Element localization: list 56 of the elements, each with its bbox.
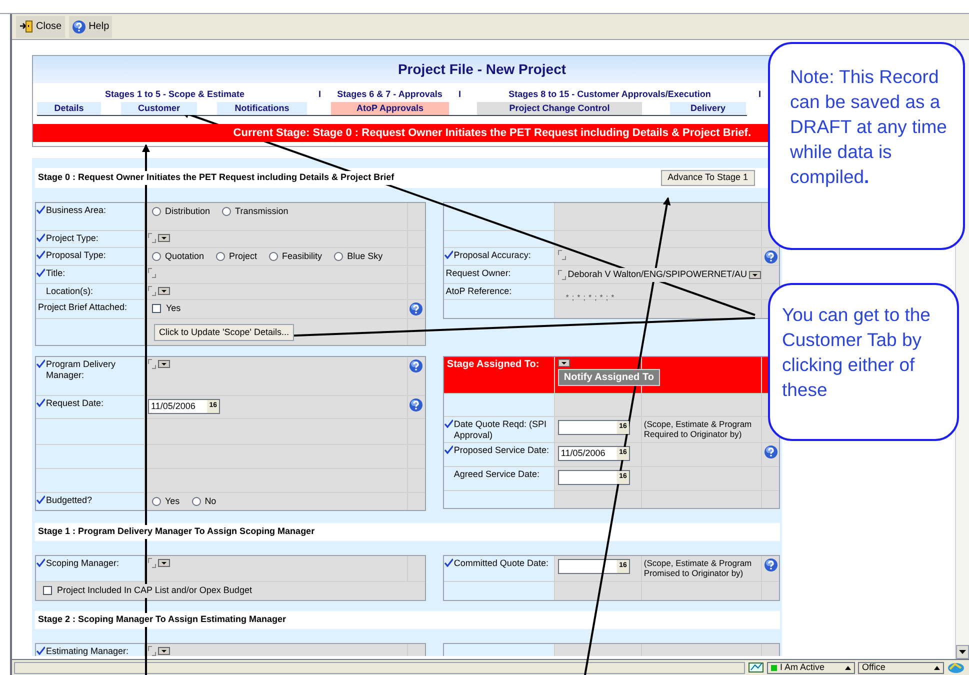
tab[interactable]: Details: [37, 102, 101, 115]
close-button[interactable]: Close: [16, 16, 65, 38]
field-label: Estimating Manager:: [46, 646, 129, 656]
field-label: Project Brief Attached:: [37, 302, 128, 313]
group-divider: I: [757, 88, 762, 102]
field-label: Program Delivery Manager:: [46, 359, 117, 381]
option-label: Blue Sky: [347, 250, 383, 263]
option-label: Quotation: [165, 250, 204, 263]
field-label: Request Date:: [46, 398, 104, 409]
field-value: Deborah V Walton/ENG/SPIPOWERNET/AU: [568, 268, 747, 282]
section-heading: Stage 1 : Program Delivery Manager To Assign Scoping Manager: [35, 525, 315, 539]
help-button[interactable]: Help: [68, 16, 112, 38]
tab[interactable]: Notifications: [217, 102, 307, 115]
notify-button[interactable]: Notify Assigned To: [558, 369, 660, 386]
tab[interactable]: Delivery: [670, 102, 746, 115]
section-heading: Stage 0 : Request Owner Initiates the PET Request including Details & Project Brief: [35, 171, 394, 185]
stage-group-label: Stages 6 & 7 - Approvals: [336, 88, 444, 102]
field-note: (Scope, Estimate & Program Promised to Originator by): [644, 558, 753, 578]
field-value: *;*;*;*;*: [564, 293, 618, 302]
field-label: Request Owner:: [444, 268, 511, 279]
note-tooltip: You can get to the Customer Tab by clicking either of these: [768, 283, 959, 441]
status-dropdown[interactable]: Office: [858, 662, 944, 674]
field-label: Proposed Service Date:: [454, 445, 549, 456]
field-label: Date Quote Reqd: (SPI Approval): [454, 419, 548, 441]
tab[interactable]: Project Change Control: [477, 102, 642, 115]
group-divider: I: [457, 88, 462, 102]
field-label: AtoP Reference:: [444, 286, 512, 297]
field-label: Title:: [46, 268, 66, 279]
option-label: Project: [229, 250, 258, 263]
field-label: Stage Assigned To:: [446, 359, 540, 370]
stage-group-label: Stages 1 to 5 - Scope & Estimate: [104, 88, 246, 102]
option-label: No: [204, 495, 216, 508]
field-label: Project Type:: [46, 233, 98, 244]
tab[interactable]: Customer: [121, 102, 197, 115]
status-dropdown[interactable]: I Am Active: [767, 662, 855, 674]
option-label: Transmission: [235, 205, 288, 218]
field-label: Agreed Service Date:: [452, 469, 540, 480]
update-scope-button[interactable]: Click to Update 'Scope' Details...: [154, 324, 294, 342]
field-label: Committed Quote Date:: [454, 558, 548, 569]
field-label: Scoping Manager:: [46, 558, 120, 569]
option-label: Yes: [165, 495, 180, 508]
option-label: Distribution: [165, 205, 210, 218]
field-label: Business Area:: [46, 205, 106, 216]
group-divider: I: [317, 88, 322, 102]
note-tooltip: Note: This Record can be saved as a DRAFT at any time while data is compiled.: [768, 42, 965, 250]
field-note: (Scope, Estimate & Program Required to Originator by): [644, 419, 753, 439]
field-label: Budgetted?: [46, 495, 92, 506]
section-heading: Stage 2 : Scoping Manager To Assign Estimating Manager: [35, 613, 286, 627]
checkbox-label: Project Included In CAP List and/or Opex Budget: [57, 584, 252, 598]
advance-button[interactable]: Advance To Stage 1: [660, 170, 755, 186]
stage-group-label: Stages 8 to 15 - Customer Approvals/Execution: [508, 88, 712, 102]
option-label: Feasibility: [282, 250, 322, 263]
tab[interactable]: AtoP Approvals: [331, 102, 449, 115]
field-label: Location(s):: [45, 286, 94, 297]
field-label: Proposal Type:: [46, 250, 106, 261]
field-label: Proposal Accuracy:: [454, 250, 531, 261]
